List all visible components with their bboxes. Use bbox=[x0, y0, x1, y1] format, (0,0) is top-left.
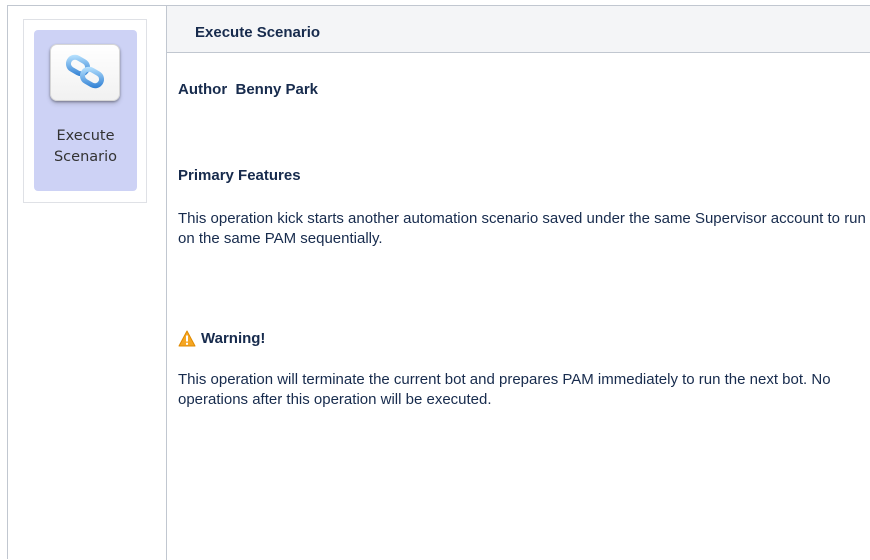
header-row: Execute Scenario bbox=[167, 6, 870, 53]
warning-title: Warning! bbox=[201, 330, 266, 347]
operation-table: Execute Scenario Execute Scenario Author… bbox=[7, 5, 870, 560]
author-line: Author Benny Park bbox=[178, 81, 319, 98]
page-title: Execute Scenario bbox=[195, 24, 321, 41]
warning-heading: Warning! bbox=[178, 330, 265, 347]
chain-link-icon bbox=[50, 44, 120, 101]
features-paragraph: This operation kick starts another autom… bbox=[178, 210, 866, 247]
warning-paragraph: This operation will terminate the curren… bbox=[178, 371, 831, 408]
tile-container: Execute Scenario bbox=[23, 19, 147, 203]
warning-icon bbox=[178, 330, 196, 347]
execute-scenario-tile[interactable]: Execute Scenario bbox=[34, 30, 137, 191]
features-heading: Primary Features bbox=[178, 167, 301, 184]
icon-column: Execute Scenario bbox=[8, 6, 167, 560]
tile-label: Execute Scenario bbox=[53, 128, 118, 165]
description-cell: Author Benny Park Primary Features This … bbox=[167, 53, 870, 559]
